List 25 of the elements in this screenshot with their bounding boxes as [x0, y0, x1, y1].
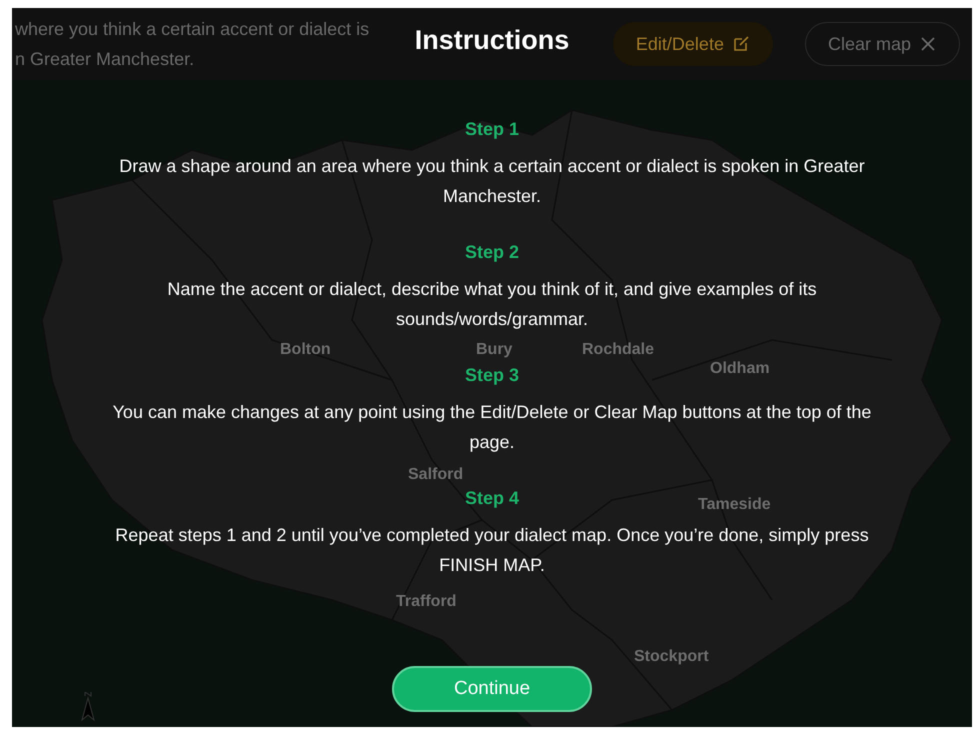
continue-button[interactable]: Continue	[392, 666, 592, 712]
map-label: Trafford	[396, 593, 456, 611]
step-heading: Step 1	[464, 118, 520, 141]
intro-text: where you think a certain accent or dialect is	[15, 18, 370, 41]
edit-icon	[732, 35, 750, 53]
step-text: Draw a shape around an area where you think a certain accent or dialect is spoken in Greater Manchester.	[118, 155, 866, 208]
step-heading: Step 2	[464, 241, 520, 264]
map-label: Salford	[408, 466, 464, 484]
intro-text: n Greater Manchester.	[15, 48, 196, 71]
step-text: Name the accent or dialect, describe what you think of it, and give examples of its sounds/words/grammar.	[166, 278, 818, 331]
edit-delete-button[interactable]: Edit/Delete	[612, 22, 773, 66]
step-text: Repeat steps 1 and 2 until you’ve completed your dialect map. Once you’re done, simply press FINISH MAP.	[114, 524, 870, 577]
step-heading: Step 3	[464, 364, 520, 387]
map-label: Tameside	[698, 496, 771, 514]
map-label: Oldham	[710, 360, 770, 378]
modal-title: Instructions	[414, 24, 570, 57]
map-label: Bolton	[280, 341, 331, 359]
map-label: Stockport	[634, 648, 709, 666]
clear-map-button[interactable]: Clear map	[804, 22, 960, 66]
map-label: Bury	[476, 341, 512, 359]
step-heading: Step 4	[464, 487, 520, 510]
north-arrow-icon	[80, 692, 96, 722]
close-icon	[919, 35, 937, 53]
step-text: You can make changes at any point using the Edit/Delete or Clear Map buttons at the top of the page.	[112, 401, 872, 454]
map-label: Rochdale	[582, 341, 654, 359]
